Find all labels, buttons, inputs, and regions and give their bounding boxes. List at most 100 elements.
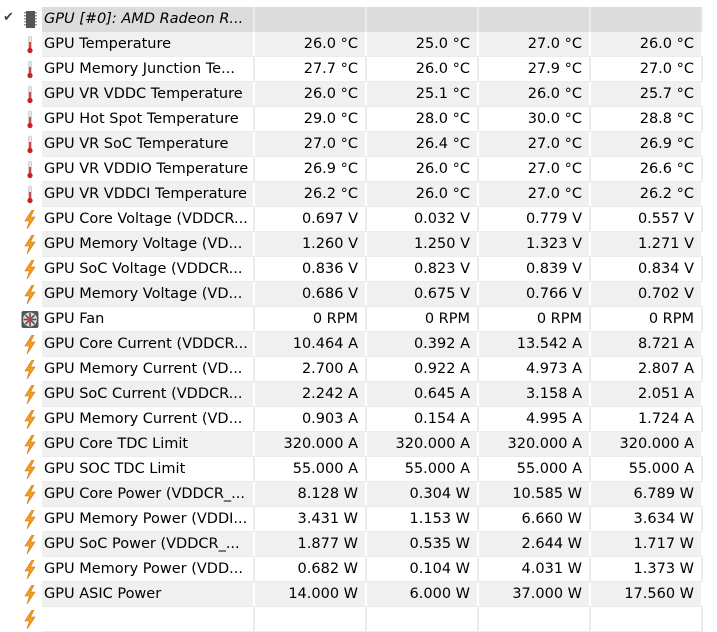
value-average: 17.560 W: [591, 582, 703, 606]
sensor-row[interactable]: GPU Temperature 26.0 °C 25.0 °C 27.0 °C …: [0, 32, 717, 57]
thermometer-icon: [27, 85, 33, 104]
sensor-name: GPU SoC Voltage (VDDCR...: [42, 257, 255, 281]
value-average: 27.0 °C: [591, 57, 703, 81]
thermometer-icon: [27, 160, 33, 179]
value-average: [591, 607, 703, 631]
value-average: 8.721 A: [591, 332, 703, 356]
device-header-row[interactable]: ✔ GPU [#0]: AMD Radeon R...: [0, 7, 717, 32]
fan-icon: [21, 311, 39, 328]
lightning-bolt-icon: [24, 485, 36, 504]
sensor-row[interactable]: GPU Fan 0 RPM 0 RPM 0 RPM 0 RPM: [0, 307, 717, 332]
lightning-bolt-icon: [24, 285, 36, 304]
value-current: 26.2 °C: [255, 182, 367, 206]
sensor-row[interactable]: GPU Core TDC Limit 320.000 A 320.000 A 3…: [0, 432, 717, 457]
value-current: 8.128 W: [255, 482, 367, 506]
value-average: 320.000 A: [591, 432, 703, 456]
value-average: 0.557 V: [591, 207, 703, 231]
value-maximum: 3.158 A: [479, 382, 591, 406]
value-maximum: [479, 607, 591, 631]
sensor-row[interactable]: GPU Hot Spot Temperature 29.0 °C 28.0 °C…: [0, 107, 717, 132]
value-minimum: [367, 607, 479, 631]
sensor-row[interactable]: GPU SOC TDC Limit 55.000 A 55.000 A 55.0…: [0, 457, 717, 482]
sensor-row[interactable]: GPU SoC Power (VDDCR_... 1.877 W 0.535 W…: [0, 532, 717, 557]
value-average: 26.2 °C: [591, 182, 703, 206]
value-minimum: 0.154 A: [367, 407, 479, 431]
lightning-bolt-icon: [24, 535, 36, 554]
sensor-row[interactable]: GPU Memory Power (VDD... 0.682 W 0.104 W…: [0, 557, 717, 582]
value-current: 0 RPM: [255, 307, 367, 331]
value-average: 26.6 °C: [591, 157, 703, 181]
value-minimum: 0.675 V: [367, 282, 479, 306]
sensor-name: GPU Memory Power (VDDI...: [42, 507, 255, 531]
value-average: 26.9 °C: [591, 132, 703, 156]
sensor-row[interactable]: GPU Memory Current (VD... 0.903 A 0.154 …: [0, 407, 717, 432]
sensor-name: GPU VR VDDC Temperature: [42, 82, 255, 106]
sensor-name: GPU SOC TDC Limit: [42, 457, 255, 481]
sensor-name: GPU SoC Power (VDDCR_...: [42, 532, 255, 556]
sensor-row[interactable]: GPU Memory Voltage (VD... 0.686 V 0.675 …: [0, 282, 717, 307]
value-average: 0.834 V: [591, 257, 703, 281]
value-average: 26.0 °C: [591, 32, 703, 56]
value-maximum: 27.0 °C: [479, 157, 591, 181]
thermometer-icon: [27, 185, 33, 204]
sensor-row[interactable]: GPU Core Voltage (VDDCR... 0.697 V 0.032…: [0, 207, 717, 232]
sensor-name: GPU Core Power (VDDCR_...: [42, 482, 255, 506]
sensor-name: GPU SoC Current (VDDCR...: [42, 382, 255, 406]
sensor-name: GPU Memory Power (VDD...: [42, 557, 255, 581]
value-current: 0.686 V: [255, 282, 367, 306]
value-minimum: 1.250 V: [367, 232, 479, 256]
value-minimum: 26.0 °C: [367, 157, 479, 181]
value-maximum: 0.779 V: [479, 207, 591, 231]
sensor-row[interactable]: GPU VR VDDIO Temperature 26.9 °C 26.0 °C…: [0, 157, 717, 182]
sensor-row[interactable]: GPU VR VDDC Temperature 26.0 °C 25.1 °C …: [0, 82, 717, 107]
lightning-bolt-icon: [24, 410, 36, 429]
sensor-row[interactable]: GPU VR VDDCI Temperature 26.2 °C 26.0 °C…: [0, 182, 717, 207]
sensor-row[interactable]: GPU Memory Current (VD... 2.700 A 0.922 …: [0, 357, 717, 382]
checkmark-icon[interactable]: ✔: [3, 10, 14, 25]
chip-icon: [24, 11, 37, 28]
value-current: 2.242 A: [255, 382, 367, 406]
sensor-name: GPU Memory Voltage (VD...: [42, 232, 255, 256]
sensor-row[interactable]: GPU Core Current (VDDCR... 10.464 A 0.39…: [0, 332, 717, 357]
sensor-name: GPU Core Current (VDDCR...: [42, 332, 255, 356]
value-current: 14.000 W: [255, 582, 367, 606]
sensor-row[interactable]: GPU VR SoC Temperature 27.0 °C 26.4 °C 2…: [0, 132, 717, 157]
value-current: 10.464 A: [255, 332, 367, 356]
value-minimum: 0.823 V: [367, 257, 479, 281]
lightning-bolt-icon: [24, 360, 36, 379]
value-minimum: 0.104 W: [367, 557, 479, 581]
value-maximum: 55.000 A: [479, 457, 591, 481]
value-current: 0.682 W: [255, 557, 367, 581]
thermometer-icon: [27, 60, 33, 79]
value-minimum: 0.032 V: [367, 207, 479, 231]
sensor-row[interactable]: GPU Core Power (VDDCR_... 8.128 W 0.304 …: [0, 482, 717, 507]
value-minimum: 28.0 °C: [367, 107, 479, 131]
sensor-row[interactable]: GPU SoC Voltage (VDDCR... 0.836 V 0.823 …: [0, 257, 717, 282]
sensor-row[interactable]: GPU Memory Junction Te... 27.7 °C 26.0 °…: [0, 57, 717, 82]
lightning-bolt-icon: [24, 560, 36, 579]
value-average: 0 RPM: [591, 307, 703, 331]
value-current: 0.903 A: [255, 407, 367, 431]
sensor-row[interactable]: GPU Memory Voltage (VD... 1.260 V 1.250 …: [0, 232, 717, 257]
value-current: 26.0 °C: [255, 82, 367, 106]
value-maximum: 10.585 W: [479, 482, 591, 506]
value-average: 55.000 A: [591, 457, 703, 481]
sensor-row-partial[interactable]: [0, 607, 717, 632]
value-maximum: 27.0 °C: [479, 32, 591, 56]
value-average: 6.789 W: [591, 482, 703, 506]
value-maximum: 1.323 V: [479, 232, 591, 256]
sensor-row[interactable]: GPU ASIC Power 14.000 W 6.000 W 37.000 W…: [0, 582, 717, 607]
lightning-bolt-icon: [24, 210, 36, 229]
value-maximum: 13.542 A: [479, 332, 591, 356]
sensor-row[interactable]: GPU Memory Power (VDDI... 3.431 W 1.153 …: [0, 507, 717, 532]
value-average: 1.373 W: [591, 557, 703, 581]
value-minimum: 1.153 W: [367, 507, 479, 531]
value-current: 0.697 V: [255, 207, 367, 231]
value-current: 1.260 V: [255, 232, 367, 256]
value-average: 28.8 °C: [591, 107, 703, 131]
value-maximum: 27.0 °C: [479, 132, 591, 156]
value-minimum: 26.0 °C: [367, 182, 479, 206]
sensor-row[interactable]: GPU SoC Current (VDDCR... 2.242 A 0.645 …: [0, 382, 717, 407]
value-average: 25.7 °C: [591, 82, 703, 106]
sensor-name: GPU Memory Current (VD...: [42, 407, 255, 431]
